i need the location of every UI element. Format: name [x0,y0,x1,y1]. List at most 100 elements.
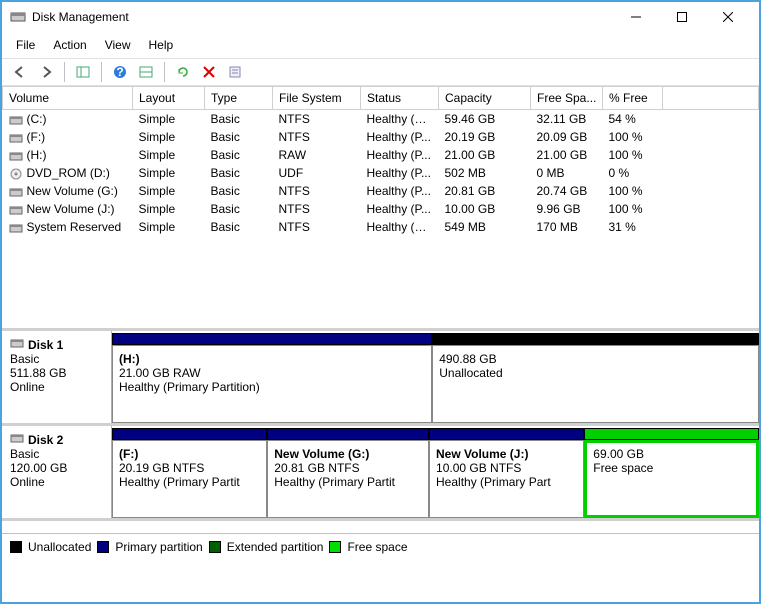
volume-table[interactable]: Volume Layout Type File System Status Ca… [2,86,759,236]
partition-status: Healthy (Primary Partit [274,475,422,489]
menu-view[interactable]: View [97,34,139,56]
partition-size: 21.00 GB RAW [119,366,425,380]
disk-size: 120.00 GB [10,461,103,475]
table-row[interactable]: (F:)SimpleBasicNTFSHealthy (P...20.19 GB… [3,128,759,146]
legend-swatch-extended [209,541,221,553]
disk-management-window: Disk Management File Action View Help ? … [0,0,761,604]
menu-help[interactable]: Help [141,34,182,56]
back-button[interactable] [8,61,32,83]
properties-icon[interactable] [223,61,247,83]
disk-kind: Basic [10,447,103,461]
partition-size: 490.88 GB [439,352,752,366]
vol-capacity: 20.19 GB [439,128,531,146]
disk-row[interactable]: Disk 1Basic511.88 GBOnline(H:)21.00 GB R… [2,331,759,426]
layout-icon[interactable] [134,61,158,83]
close-button[interactable] [705,3,751,31]
vol-capacity: 21.00 GB [439,146,531,164]
menu-file[interactable]: File [8,34,43,56]
vol-name: DVD_ROM (D:) [27,166,110,180]
menu-action[interactable]: Action [45,34,94,56]
vol-type: Basic [205,182,273,200]
help-icon[interactable]: ? [108,61,132,83]
partition-title: (F:) [119,447,260,461]
show-hide-console-tree-icon[interactable] [71,61,95,83]
partition-box[interactable]: 69.00 GBFree space [584,440,759,518]
table-row[interactable]: (C:)SimpleBasicNTFSHealthy (B...59.46 GB… [3,110,759,129]
vol-status: Healthy (P... [361,146,439,164]
table-row[interactable]: New Volume (J:)SimpleBasicNTFSHealthy (P… [3,200,759,218]
disk-state: Online [10,475,103,489]
disk-state: Online [10,380,103,394]
disk-row[interactable]: Disk 2Basic120.00 GBOnline(F:)20.19 GB N… [2,426,759,521]
vol-pct: 100 % [603,128,663,146]
strip-segment [429,428,584,440]
disk-graphical-pane[interactable]: Disk 1Basic511.88 GBOnline(H:)21.00 GB R… [2,331,759,533]
vol-layout: Simple [133,146,205,164]
strip-segment [112,333,432,345]
col-fs[interactable]: File System [273,87,361,110]
refresh-icon[interactable] [171,61,195,83]
col-layout[interactable]: Layout [133,87,205,110]
vol-fs: NTFS [273,182,361,200]
vol-type: Basic [205,128,273,146]
disk-partitions: (H:)21.00 GB RAWHealthy (Primary Partiti… [112,331,759,423]
disk-info[interactable]: Disk 2Basic120.00 GBOnline [2,426,112,518]
col-volume[interactable]: Volume [3,87,133,110]
drive-icon [9,114,23,126]
table-row[interactable]: System ReservedSimpleBasicNTFSHealthy (S… [3,218,759,236]
table-row[interactable]: New Volume (G:)SimpleBasicNTFSHealthy (P… [3,182,759,200]
app-icon [10,9,26,25]
titlebar[interactable]: Disk Management [2,2,759,32]
vol-pct: 100 % [603,200,663,218]
legend-swatch-primary [97,541,109,553]
minimize-button[interactable] [613,3,659,31]
vol-type: Basic [205,146,273,164]
vol-pct: 31 % [603,218,663,236]
strip-segment [432,333,759,345]
vol-fs: NTFS [273,218,361,236]
col-pct[interactable]: % Free [603,87,663,110]
drive-icon [9,168,23,180]
partition-title: New Volume (G:) [274,447,422,461]
partition-size: 20.19 GB NTFS [119,461,260,475]
partition-box[interactable]: New Volume (G:)20.81 GB NTFSHealthy (Pri… [267,440,429,518]
table-row[interactable]: (H:)SimpleBasicRAWHealthy (P...21.00 GB2… [3,146,759,164]
strip-segment [112,428,267,440]
disk-info[interactable]: Disk 1Basic511.88 GBOnline [2,331,112,423]
col-free[interactable]: Free Spa... [531,87,603,110]
partition-status: Healthy (Primary Partit [119,475,260,489]
delete-icon[interactable] [197,61,221,83]
column-header-row[interactable]: Volume Layout Type File System Status Ca… [3,87,759,110]
maximize-button[interactable] [659,3,705,31]
forward-button[interactable] [34,61,58,83]
col-capacity[interactable]: Capacity [439,87,531,110]
partition-size: 10.00 GB NTFS [436,461,577,475]
legend-free: Free space [347,540,407,554]
legend-extended: Extended partition [227,540,324,554]
partition-box[interactable]: (H:)21.00 GB RAWHealthy (Primary Partiti… [112,345,432,423]
strip-segment [584,428,759,440]
partition-size: 20.81 GB NTFS [274,461,422,475]
disk-kind: Basic [10,352,103,366]
partition-box[interactable]: (F:)20.19 GB NTFSHealthy (Primary Partit [112,440,267,518]
vol-name: (H:) [27,148,47,162]
disk-name: Disk 2 [28,433,63,447]
vol-layout: Simple [133,218,205,236]
partition-box[interactable]: 490.88 GBUnallocated [432,345,759,423]
partition-status: Healthy (Primary Part [436,475,577,489]
legend-primary: Primary partition [115,540,202,554]
partition-title: (H:) [119,352,425,366]
drive-icon [9,204,23,216]
legend-swatch-unallocated [10,541,22,553]
col-status[interactable]: Status [361,87,439,110]
vol-free: 20.74 GB [531,182,603,200]
table-row[interactable]: DVD_ROM (D:)SimpleBasicUDFHealthy (P...5… [3,164,759,182]
volume-list-pane[interactable]: Volume Layout Type File System Status Ca… [2,86,759,331]
legend-unallocated: Unallocated [28,540,91,554]
legend-swatch-free [329,541,341,553]
col-spacer [663,87,759,110]
vol-status: Healthy (B... [361,110,439,129]
partition-box[interactable]: New Volume (J:)10.00 GB NTFSHealthy (Pri… [429,440,584,518]
drive-icon [9,222,23,234]
col-type[interactable]: Type [205,87,273,110]
